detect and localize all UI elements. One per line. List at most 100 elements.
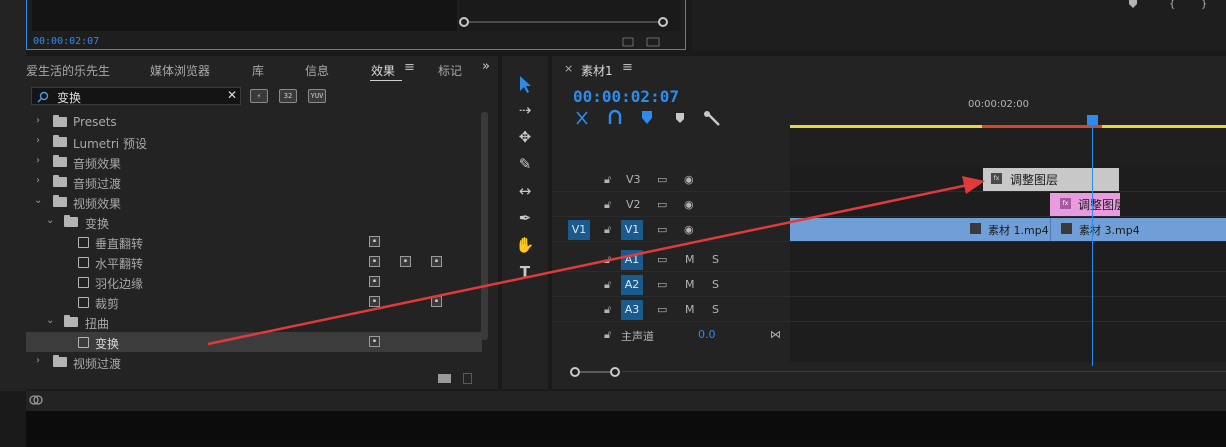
tab-effects[interactable]: 效果 [371,62,395,79]
clip-material-3[interactable]: 素材 3.mp4 [1050,218,1226,241]
accelerated-filter-badge[interactable]: ⚡ [250,89,268,103]
tab-project[interactable]: 爱生活的乐先生 [26,62,110,79]
sync-lock-icon[interactable]: ▭ [657,278,667,291]
eye-icon[interactable]: ◉ [684,173,694,186]
chevron-down-icon[interactable]: ⌄ [46,315,54,326]
source-timecode[interactable]: 00:00:02:07 [33,36,99,47]
yuv-filter-badge[interactable]: YUV [308,89,326,103]
tree-item-horizontal-flip[interactable]: 水平翻转 ▪ ▪ ▪ [26,252,482,272]
chevron-right-icon[interactable]: › [36,175,40,186]
tree-item-video-transitions[interactable]: › 视频过渡 [26,352,482,372]
export-frame-icon[interactable] [622,36,663,48]
32bit-filter-badge[interactable]: 32 [279,89,297,103]
marker-controls-icon[interactable]: { } [1129,0,1219,10]
tab-libraries[interactable]: 库 [252,62,264,79]
folder-icon [64,215,78,227]
panel-overflow-icon[interactable]: » [482,59,490,74]
solo-button[interactable]: S [712,303,719,316]
track-target-a3[interactable]: A3 [621,300,643,320]
timeline-zoom-scrollbar[interactable] [570,367,1226,377]
trash-icon[interactable] [463,373,472,384]
master-volume-value[interactable]: 0.0 [698,328,716,341]
tree-item-audio-effects[interactable]: › 音频效果 [26,152,482,172]
chevron-right-icon[interactable]: › [36,115,40,126]
tree-item-distort[interactable]: ⌄ 扭曲 [26,312,482,332]
pen-tool-icon[interactable]: ✒ [514,207,536,229]
sync-lock-icon[interactable]: ▭ [657,173,667,186]
chevron-right-icon[interactable]: › [36,135,40,146]
new-bin-icon[interactable] [438,374,451,383]
track-target-a1[interactable]: A1 [621,250,643,270]
close-tab-icon[interactable]: × [564,62,573,75]
tree-item-feather-edges[interactable]: 羽化边缘 ▪ [26,272,482,292]
slip-tool-icon[interactable]: ↔ [514,180,536,202]
tree-item-transform-group[interactable]: ⌄ 变换 [26,212,482,232]
selection-tool-icon[interactable] [519,76,533,94]
mute-button[interactable]: M [685,303,695,316]
tree-item-vertical-flip[interactable]: 垂直翻转 ▪ [26,232,482,252]
effects-search-input[interactable]: 变换 ✕ [31,87,241,105]
solo-button[interactable]: S [712,278,719,291]
search-icon [37,91,49,103]
eye-icon[interactable]: ◉ [684,223,694,236]
zoom-handle-left[interactable] [570,367,580,377]
track-label[interactable]: V2 [626,198,641,211]
sync-lock-icon[interactable]: ▭ [657,223,667,236]
tree-item-transform-effect[interactable]: 变换 ▪ [26,332,482,352]
tab-markers[interactable]: 标记 [438,62,462,79]
clip-material-1[interactable]: 素材 1.mp4 [790,218,1050,241]
timeline-timecode[interactable]: 00:00:02:07 [573,87,679,106]
type-tool-icon[interactable]: T [514,261,536,283]
tab-media-browser[interactable]: 媒体浏览器 [150,62,210,79]
sync-lock-icon[interactable]: ▭ [657,198,667,211]
tree-item-audio-transitions[interactable]: › 音频过渡 [26,172,482,192]
track-select-icon[interactable]: ⇢ [514,99,536,121]
chevron-right-icon[interactable]: › [36,355,40,366]
clear-search-icon[interactable]: ✕ [227,88,237,102]
razor-icon[interactable]: ✎ [514,153,536,175]
clip-adjustment-layer-v3[interactable]: fx 调整图层 [983,168,1119,191]
lock-icon[interactable]: 🔓︎ [604,223,611,237]
chevron-down-icon[interactable]: ⌄ [34,195,42,206]
ripple-edit-icon[interactable]: ✥ [514,126,536,148]
creative-cloud-icon[interactable] [29,394,43,406]
track-target-a2[interactable]: A2 [621,275,643,295]
sync-lock-icon[interactable]: ▭ [657,253,667,266]
clip-adjustment-layer-v2[interactable]: fx 调整图层 [1050,193,1120,216]
playhead-line[interactable] [1092,118,1093,366]
sync-lock-icon[interactable]: ▭ [657,303,667,316]
zoom-bar[interactable] [580,371,610,373]
lock-icon[interactable]: 🔓︎ [604,328,611,342]
lock-icon[interactable]: 🔓︎ [604,278,611,292]
tree-item-crop[interactable]: 裁剪 ▪ ▪ [26,292,482,312]
sequence-menu-icon[interactable]: ≡ [622,60,633,75]
lock-icon[interactable]: 🔓︎ [604,253,611,267]
chevron-down-icon[interactable]: ⌄ [46,215,54,226]
ruler-area[interactable] [790,128,1226,166]
mute-button[interactable]: M [685,253,695,266]
track-target-v1[interactable]: V1 [621,220,643,240]
tab-info[interactable]: 信息 [305,62,329,79]
lock-icon[interactable]: 🔓︎ [604,198,611,212]
lock-icon[interactable]: 🔓︎ [604,173,611,187]
hand-tool-icon[interactable]: ✋ [514,234,536,256]
effects-scrollbar[interactable] [481,112,488,340]
chevron-right-icon[interactable]: › [36,155,40,166]
eye-icon[interactable]: ◉ [684,198,694,211]
source-zoom-bar[interactable] [464,21,666,23]
zoom-handle-right[interactable] [610,367,620,377]
lock-icon[interactable]: 🔓︎ [604,303,611,317]
solo-button[interactable]: S [712,253,719,266]
tree-item-presets[interactable]: › Presets [26,112,482,132]
go-to-end-icon[interactable]: ⋈ [770,328,781,341]
tree-item-lumetri[interactable]: › Lumetri 预设 [26,132,482,152]
tab-menu-icon[interactable]: ≡ [404,60,415,75]
zoom-handle-right[interactable] [658,17,668,27]
sequence-tab[interactable]: 素材1 [581,62,613,79]
zoom-handle-left[interactable] [459,17,469,27]
source-patch-v1[interactable]: V1 [568,220,590,240]
track-label[interactable]: V3 [626,173,641,186]
mute-button[interactable]: M [685,278,695,291]
scroll-track[interactable] [622,371,1226,372]
tree-item-video-effects[interactable]: ⌄ 视频效果 [26,192,482,212]
